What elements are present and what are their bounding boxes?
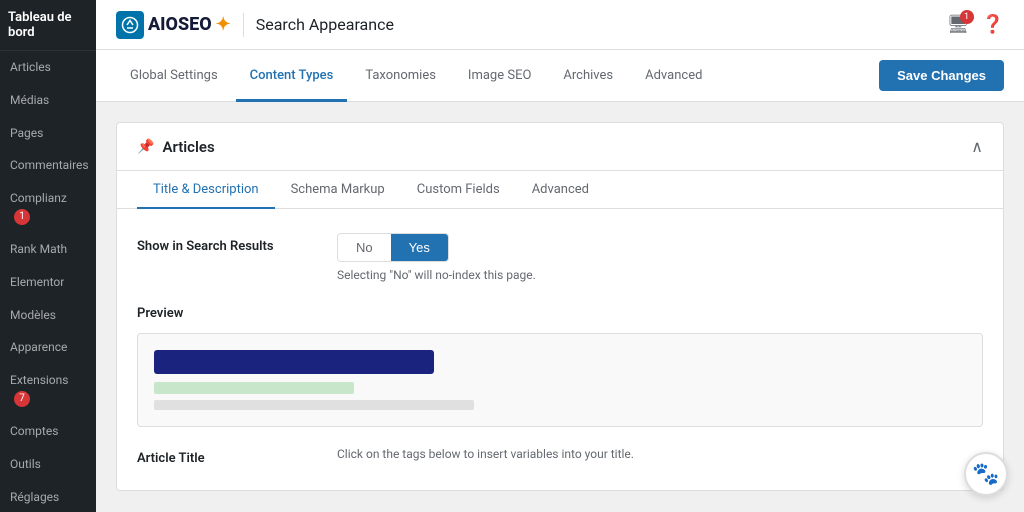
section-title: 📌 Articles — [137, 138, 215, 156]
complianz-badge: 1 — [14, 209, 30, 225]
header-left: AIOSEO✦ Search Appearance — [116, 11, 394, 39]
sidebar-item-rankmath[interactable]: Rank Math — [0, 233, 96, 266]
tab-taxonomies[interactable]: Taxonomies — [351, 51, 450, 102]
sidebar-item-elementor[interactable]: Elementor — [0, 266, 96, 299]
sidebar-item-pages[interactable]: Pages — [0, 117, 96, 150]
article-title-label: Article Title — [137, 447, 317, 466]
tab-advanced[interactable]: Advanced — [631, 51, 716, 102]
tabs-list: Global Settings Content Types Taxonomies… — [116, 50, 716, 101]
section-header: 📌 Articles ∧ — [117, 123, 1003, 171]
tab-content-types[interactable]: Content Types — [236, 51, 348, 102]
save-changes-button[interactable]: Save Changes — [879, 60, 1004, 91]
articles-section: 📌 Articles ∧ Title & Description Schema … — [116, 122, 1004, 491]
show-in-search-label: Show in Search Results — [137, 233, 317, 254]
article-title-hint: Click on the tags below to insert variab… — [337, 447, 983, 461]
sidebar-item-articles[interactable]: Articles — [0, 51, 96, 84]
tab-global-settings[interactable]: Global Settings — [116, 51, 232, 102]
logo-plus: ✦ — [216, 14, 231, 35]
sidebar-item-apparence[interactable]: Apparence — [0, 331, 96, 364]
preview-box — [137, 333, 983, 427]
toggle-no-button[interactable]: No — [338, 234, 391, 261]
section-body: Show in Search Results No Yes Selecting … — [117, 209, 1003, 490]
sidebar-item-extensions[interactable]: Extensions7 — [0, 364, 96, 415]
top-header: AIOSEO✦ Search Appearance 🖥 1 ❓ — [96, 0, 1024, 50]
logo-icon — [116, 11, 144, 39]
sidebar-brand[interactable]: Tableau de bord — [0, 0, 96, 51]
inner-tab-advanced[interactable]: Advanced — [516, 172, 605, 209]
notification-badge: 1 — [960, 10, 974, 24]
pushpin-icon: 📌 — [137, 139, 154, 155]
sidebar-item-complianz[interactable]: Complianz1 — [0, 182, 96, 233]
preview-title-bar — [154, 350, 434, 374]
sidebar-item-modeles[interactable]: Modèles — [0, 299, 96, 332]
tab-archives[interactable]: Archives — [549, 51, 627, 102]
preview-section: Preview — [137, 306, 983, 427]
monitor-icon-button[interactable]: 🖥 1 — [947, 14, 970, 35]
preview-label: Preview — [137, 306, 983, 321]
inner-tab-navigation: Title & Description Schema Markup Custom… — [117, 171, 1003, 209]
show-in-search-row: Show in Search Results No Yes Selecting … — [137, 233, 983, 282]
header-divider — [243, 13, 244, 37]
section-title-text: Articles — [162, 138, 214, 156]
preview-desc-bar — [154, 400, 474, 410]
preview-url-bar — [154, 382, 354, 394]
help-icon-button[interactable]: ❓ — [982, 14, 1004, 35]
extensions-badge: 7 — [14, 391, 30, 407]
header-right: 🖥 1 ❓ — [947, 14, 1004, 35]
sidebar-item-outils[interactable]: Outils — [0, 448, 96, 481]
sidebar: Tableau de bord Articles Médias Pages Co… — [0, 0, 96, 512]
mascot-button[interactable]: 🐾 — [964, 452, 1008, 496]
aioseo-logo: AIOSEO✦ — [116, 11, 231, 39]
tab-navigation: Global Settings Content Types Taxonomies… — [96, 50, 1024, 102]
content-area: 📌 Articles ∧ Title & Description Schema … — [96, 102, 1024, 512]
sidebar-item-comptes[interactable]: Comptes — [0, 415, 96, 448]
show-in-search-hint: Selecting "No" will no-index this page. — [337, 268, 983, 282]
tab-image-seo[interactable]: Image SEO — [454, 51, 545, 102]
main-content: AIOSEO✦ Search Appearance 🖥 1 ❓ Global S… — [96, 0, 1024, 512]
logo-text: AIOSEO — [148, 14, 212, 35]
help-icon: ❓ — [982, 14, 1004, 35]
sidebar-item-reglages[interactable]: Réglages — [0, 481, 96, 512]
article-title-row: Article Title Click on the tags below to… — [137, 447, 983, 466]
sidebar-item-medias[interactable]: Médias — [0, 84, 96, 117]
section-collapse-button[interactable]: ∧ — [971, 137, 983, 156]
inner-tab-title-description[interactable]: Title & Description — [137, 172, 275, 209]
toggle-group: No Yes — [337, 233, 449, 262]
inner-tab-schema-markup[interactable]: Schema Markup — [275, 172, 401, 209]
toggle-yes-button[interactable]: Yes — [391, 234, 448, 261]
sidebar-item-commentaires[interactable]: Commentaires — [0, 149, 96, 182]
show-in-search-control: No Yes Selecting "No" will no-index this… — [337, 233, 983, 282]
page-title: Search Appearance — [256, 15, 394, 34]
inner-tab-custom-fields[interactable]: Custom Fields — [401, 172, 516, 209]
